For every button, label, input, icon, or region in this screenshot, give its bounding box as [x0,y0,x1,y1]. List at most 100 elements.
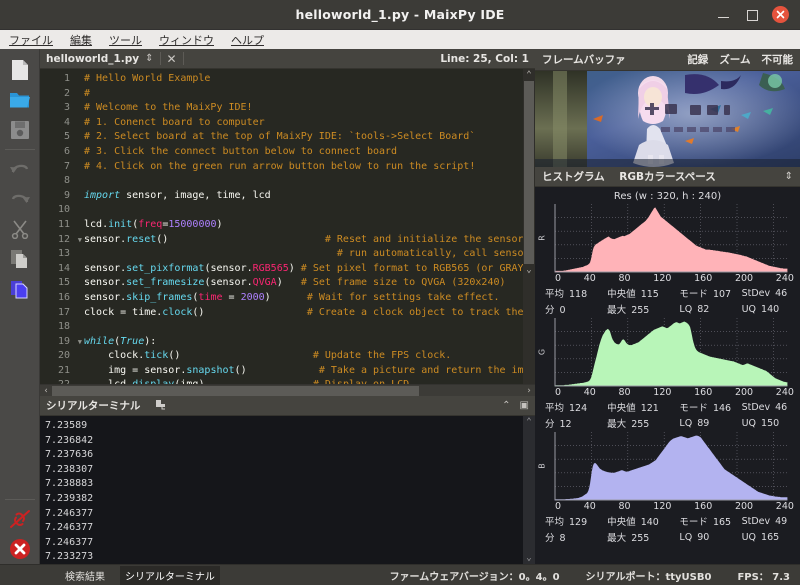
code-token: sensor [84,262,121,274]
histogram-stat-row: 分 12 最大 255 LQ 89 UQ 150 [535,414,800,431]
disconnect-button[interactable] [3,504,37,534]
close-tab-icon[interactable]: ✕ [167,53,177,65]
copy-button[interactable] [3,244,37,274]
histogram-panel: Res (w : 320, h : 240) R 0 40 80 120 160 200 24… [535,187,800,564]
colorspace-spinner-icon[interactable]: ⇕ [785,171,793,182]
center-column: helloworld_1.py ⇕ ✕ Line: 25, Col: 1 1 2 3… [40,49,535,564]
terminal-output[interactable]: 7.23589 7.236842 7.237636 7.238307 7.238883 7… [40,416,535,564]
cut-button[interactable] [3,214,37,244]
code-text[interactable]: # Hello World Example # # Welcome to the M… [84,69,535,384]
code-editor[interactable]: 123456789101112▼13141516171819▼202122 # … [40,69,535,384]
status-tab-search-results[interactable]: 検索結果 [60,566,110,585]
menu-help[interactable]: ヘルプ [229,32,266,48]
menu-window[interactable]: ウィンドウ [157,32,216,48]
x-tick-label: 80 [618,387,631,398]
terminal-scrollbar[interactable]: ⌃ ⌄ [523,416,535,564]
histogram-stat: 最大 255 [607,416,679,430]
redo-button[interactable] [3,184,37,214]
cursor-position: Line: 25, Col: 1 [440,52,529,65]
stop-button[interactable] [3,534,37,564]
code-token: sensor [84,233,121,245]
code-line: clock = time.clock() # Create a clock ob… [84,306,535,321]
editor-tab-label[interactable]: helloworld_1.py [46,53,139,65]
code-line: # 4. Click on the green run arrow button… [84,160,535,175]
save-button[interactable] [3,115,37,145]
tab-spinner-icon[interactable]: ⇕ [145,53,153,64]
hscroll-right-arrow[interactable]: › [523,386,535,396]
line-number: 8 [63,175,70,187]
code-token: clock [162,306,193,318]
stat-label: 分 [545,533,555,544]
framebuffer-actions: 記録 ズーム 不可能 [687,52,793,67]
stat-label: 平均 [545,289,565,300]
zoom-button[interactable]: ズーム [719,52,750,67]
hscroll-left-arrow[interactable]: ‹ [40,386,52,396]
terminal-title: シリアルターミナル [46,400,141,412]
code-token: # 2. Select board at the top of MaixPy I… [84,131,476,143]
terminal-scroll-down[interactable]: ⌄ [526,552,531,564]
line-number: 5 [63,131,70,143]
histogram-y-label: B [537,463,547,469]
paste-button[interactable] [3,274,37,304]
hscroll-track[interactable] [52,385,523,397]
code-token: sensor [84,277,121,289]
record-button[interactable]: 記録 [687,52,708,67]
fold-toggle-icon[interactable]: ▼ [78,233,82,248]
main-body: helloworld_1.py ⇕ ✕ Line: 25, Col: 1 123… [0,49,800,564]
code-token: time [132,306,157,318]
undo-button[interactable] [3,154,37,184]
scroll-thumb[interactable] [524,81,534,264]
code-token: # Hello World Example [84,73,211,84]
histogram-svg [554,204,788,273]
code-token: # 4. Click on the green run arrow button… [84,160,476,172]
line-number: 10 [57,204,70,216]
x-tick-label: 120 [653,501,672,512]
code-token: # Create a clock object to track the FPS… [306,306,535,318]
scroll-down-arrow[interactable]: ⌄ [526,264,531,276]
hscroll-thumb[interactable] [52,385,420,396]
maximize-button[interactable] [744,7,759,22]
code-token: # Set frame size to QVGA (320x240) [300,277,506,289]
menu-edit[interactable]: 編集 [68,32,94,48]
histogram-header: ヒストグラム RGBカラースペース ⇕ [535,167,800,187]
histogram-stat: 最大 255 [607,530,679,544]
editor-vertical-scrollbar[interactable]: ⌃ ⌄ [523,69,535,384]
x-tick-label: 200 [734,501,754,512]
histogram-stat-row: 分 8 最大 255 LQ 90 UQ 165 [535,528,800,545]
terminal-line: 7.246377 [45,522,94,534]
histogram-svg [554,318,788,387]
terminal-collapse-icon[interactable]: ⌃ [502,400,510,411]
status-tab-serial-terminal[interactable]: シリアルターミナル [120,565,220,585]
close-button[interactable] [772,6,789,23]
editor-horizontal-scrollbar[interactable]: ‹ › [40,384,535,396]
code-line: # run automatically, call sensor.run(0) … [84,247,535,262]
stat-value: 0 [559,305,566,316]
x-tick-label: 80 [618,501,631,512]
terminal-scroll-up[interactable]: ⌃ [526,416,531,428]
code-token: () [192,306,205,318]
menu-bar: ファイル 編集 ツール ウィンドウ ヘルプ [0,30,800,49]
fold-toggle-icon[interactable]: ▼ [78,335,82,350]
histogram-b: B 0 40 80 120 160 200 240 平均 129 中央値 140 モード 165 StDev… [535,432,800,546]
disable-button[interactable]: 不可能 [762,52,794,67]
menu-file[interactable]: ファイル [7,32,55,48]
terminal-line: 7.246377 [45,507,94,519]
terminal-line: 7.246377 [45,536,94,548]
new-file-button[interactable] [3,55,37,85]
framebuffer-image[interactable] [535,71,800,167]
terminal-float-icon[interactable]: ▣ [520,400,529,411]
minimize-button[interactable] [716,7,731,22]
histogram-stat: LQ 82 [679,304,741,315]
code-line: import sensor, image, time, lcd [84,189,535,204]
stat-label: StDev [741,401,771,413]
menu-tools[interactable]: ツール [107,32,144,48]
scroll-up-arrow[interactable]: ⌃ [526,69,531,81]
clear-terminal-icon[interactable] [154,396,167,415]
line-number: 3 [63,102,70,114]
terminal-line: 7.239382 [45,492,94,504]
fps-value: FPS： 7.3 [737,571,790,583]
code-line: clock.tick() # Update the FPS clock. [84,349,535,364]
open-folder-button[interactable] [3,85,37,115]
